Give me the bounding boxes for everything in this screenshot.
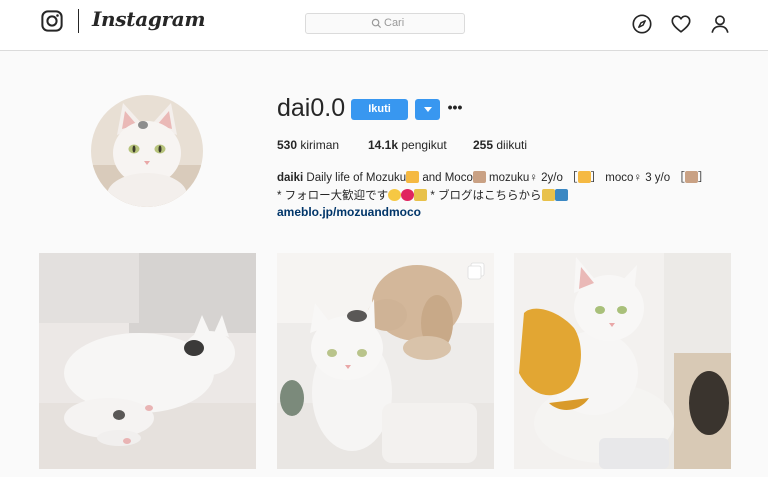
profile-avatar[interactable] bbox=[91, 95, 203, 207]
post-image-cat-in-sweater bbox=[514, 253, 731, 469]
bio-link[interactable]: ameblo.jp/mozuandmoco bbox=[277, 205, 421, 219]
post-tile[interactable] bbox=[277, 253, 494, 469]
carousel-icon bbox=[467, 262, 485, 280]
post-image-cat-and-rabbit bbox=[277, 253, 494, 469]
heart-icon[interactable] bbox=[670, 13, 692, 35]
followers-label: pengikut bbox=[401, 138, 447, 152]
cat-face-emoji-icon bbox=[577, 171, 591, 183]
logo-divider bbox=[78, 9, 79, 33]
instagram-glyph-icon[interactable] bbox=[41, 10, 63, 32]
rabbit-emoji-icon bbox=[472, 171, 486, 183]
following-stat[interactable]: 255 diikuti bbox=[473, 138, 527, 152]
cat-face-emoji-icon bbox=[406, 171, 420, 183]
bio-text: ］ bbox=[697, 172, 710, 184]
chevron-down-icon bbox=[424, 107, 432, 112]
down-arrow-emoji-icon bbox=[554, 189, 568, 201]
followers-count: 14.1k bbox=[368, 138, 399, 152]
more-options-button[interactable]: ••• bbox=[446, 99, 464, 120]
bio-text: and Moco bbox=[419, 172, 473, 184]
profile-icon[interactable] bbox=[709, 13, 731, 35]
following-label: diikuti bbox=[496, 138, 528, 152]
bio-text: mozuku♀ 2y/o ［ bbox=[485, 172, 578, 184]
bio-line-1: daiki Daily life of Mozuku and Moco mozu… bbox=[277, 169, 747, 187]
search-icon bbox=[371, 18, 382, 29]
instagram-wordmark[interactable]: Instagram bbox=[92, 7, 206, 31]
profile-bio: daiki Daily life of Mozuku and Moco mozu… bbox=[277, 169, 747, 205]
laughing-face-emoji-icon bbox=[388, 189, 402, 201]
rabbit-emoji-icon bbox=[684, 171, 698, 183]
suggestions-dropdown-button[interactable] bbox=[415, 99, 440, 120]
posts-label: kiriman bbox=[300, 138, 340, 152]
bio-text: * ブログはこちらから bbox=[427, 190, 542, 202]
profile-username: dai0.0 bbox=[277, 94, 346, 122]
post-tile[interactable] bbox=[514, 253, 731, 469]
top-nav-bar: Instagram Cari bbox=[0, 0, 768, 51]
compass-icon[interactable] bbox=[631, 13, 653, 35]
posts-stat: 530 kiriman bbox=[277, 138, 339, 152]
bio-line-2: * フォロー大歓迎です * ブログはこちらから bbox=[277, 187, 747, 205]
followers-stat[interactable]: 14.1k pengikut bbox=[368, 138, 447, 152]
posts-count: 530 bbox=[277, 138, 298, 152]
bio-text: Daily life of Mozuku bbox=[306, 172, 407, 184]
search-placeholder: Cari bbox=[384, 17, 405, 29]
bio-full-name: daiki bbox=[277, 172, 304, 184]
follow-button[interactable]: Ikuti bbox=[351, 99, 408, 120]
bio-text: * フォロー大歓迎です bbox=[277, 190, 389, 202]
bio-text: ］ moco♀ 3 y/o ［ bbox=[590, 172, 685, 184]
sparkle-emoji-icon bbox=[414, 189, 428, 201]
post-tile[interactable] bbox=[39, 253, 256, 469]
post-image-cat-on-sofa bbox=[39, 253, 256, 469]
following-count: 255 bbox=[473, 138, 494, 152]
search-input[interactable]: Cari bbox=[305, 13, 465, 34]
sparkle-emoji-icon bbox=[541, 189, 555, 201]
heart-emoji-icon bbox=[401, 189, 415, 201]
